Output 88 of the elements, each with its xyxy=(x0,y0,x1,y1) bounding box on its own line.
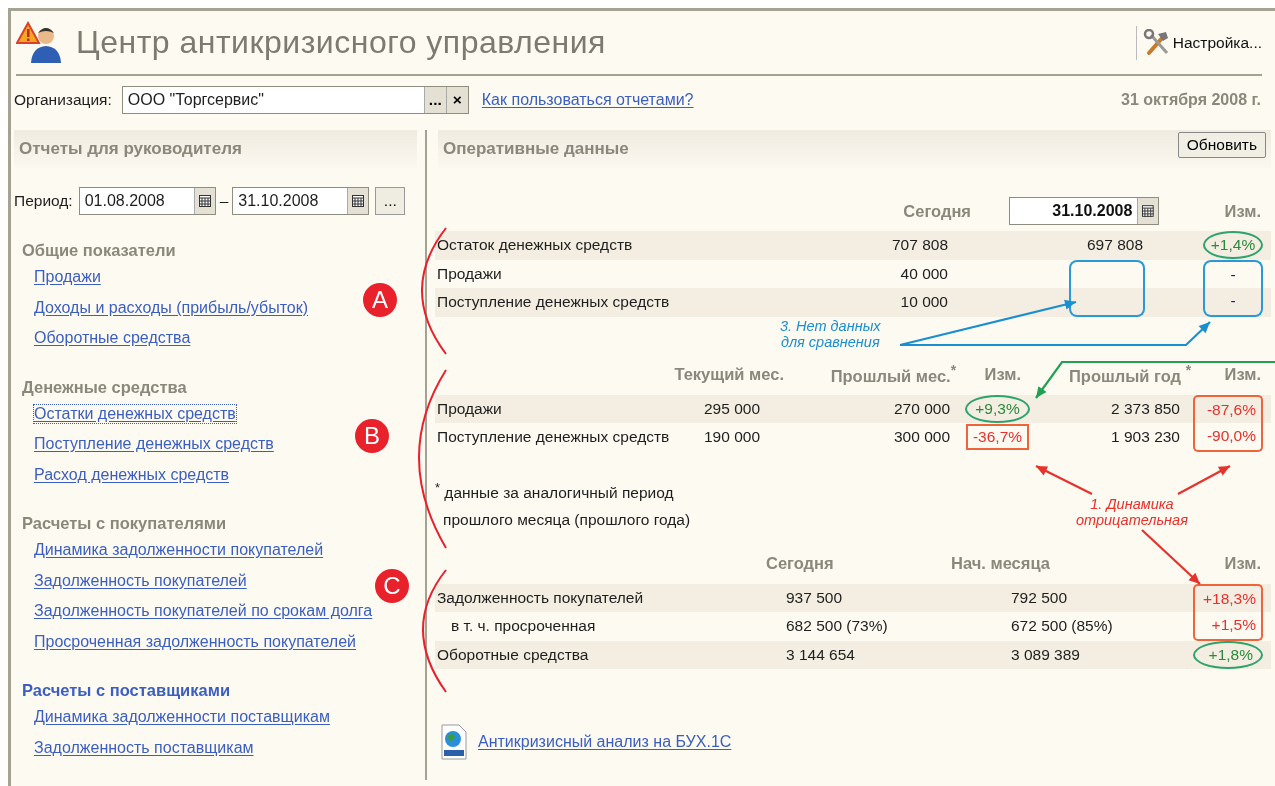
row-label: Задолженность покупателей xyxy=(437,588,644,607)
footnote: $^{*}$ данные за аналогичный период прошлого месяца (прошлого года) xyxy=(435,478,691,530)
column-header: Текущий мес. xyxy=(674,365,784,384)
table-cell: 792 500 xyxy=(1011,588,1068,607)
tools-icon xyxy=(1142,28,1171,57)
report-link[interactable]: Динамика задолженности поставщикам xyxy=(33,707,331,728)
report-link[interactable]: Расход денежных средств xyxy=(33,464,231,485)
date-field[interactable]: 31.10.2008 xyxy=(232,187,370,215)
row-label: Остаток денежных средств xyxy=(437,236,633,255)
report-link[interactable]: Поступление денежных средств xyxy=(33,434,275,455)
report-link[interactable]: Задолженность покупателей по срокам долга xyxy=(33,601,374,622)
column-header: Нач. месяца xyxy=(951,554,1050,574)
report-link[interactable]: Продажи xyxy=(33,267,102,288)
table-cell: 2 373 850 xyxy=(1111,399,1180,418)
report-link[interactable]: Динамика задолженности покупателей xyxy=(33,540,325,561)
change-value: - xyxy=(1203,288,1263,317)
table-cell: 1 903 230 xyxy=(1111,428,1180,447)
column-header: Изм. xyxy=(1224,365,1261,384)
report-link[interactable]: Задолженность покупателей xyxy=(33,570,248,591)
table-cell: 190 000 xyxy=(703,428,760,447)
panel-header: Оперативные данные Обновить xyxy=(438,130,1271,168)
row-label: Продажи xyxy=(437,399,502,418)
refresh-button[interactable]: Обновить xyxy=(1177,132,1266,158)
table-cell: 697 808 xyxy=(1086,236,1143,255)
table-cell: 3 089 389 xyxy=(1011,645,1080,664)
column-header: Сегодня xyxy=(903,201,971,221)
table-cell: 707 808 xyxy=(891,236,948,255)
window-title: Центр антикризисного управления xyxy=(76,24,607,61)
column-header: Изм. xyxy=(984,365,1021,384)
annotation-arrow xyxy=(1177,465,1231,495)
clear-button[interactable]: × xyxy=(445,87,468,113)
change-value: -87,6% xyxy=(1193,394,1263,423)
date-field[interactable]: 31.10.2008 xyxy=(1009,197,1159,225)
table-cell: 672 500 (85%) xyxy=(1011,617,1113,636)
column-header: Изм. xyxy=(1224,201,1261,221)
table-cell: 937 500 xyxy=(786,588,843,607)
row-label: Оборотные средства xyxy=(437,645,589,664)
column-header: Изм. xyxy=(1224,554,1261,574)
period-label: Период: xyxy=(14,192,73,210)
organization-label: Организация: xyxy=(14,91,112,109)
calendar-icon[interactable] xyxy=(193,188,215,214)
period-separator: – xyxy=(219,192,229,210)
change-value: -90,0% xyxy=(1193,423,1263,452)
calendar-icon[interactable] xyxy=(347,188,369,214)
group-title: Денежные средства xyxy=(22,376,188,398)
column-header: Прошлый мес.$^{*}$ xyxy=(830,363,956,386)
row-label: в т. ч. просроченная xyxy=(451,617,596,636)
table-cell: 10 000 xyxy=(900,293,948,312)
report-link[interactable]: Задолженность поставщикам xyxy=(33,737,255,758)
annotation-note: 1. Динамика отрицательная xyxy=(1076,496,1188,528)
table-cell: 40 000 xyxy=(900,264,948,283)
report-link[interactable]: Оборотные средства xyxy=(33,328,192,349)
group-title: Расчеты с поставщиками xyxy=(22,680,232,701)
select-button[interactable]: ... xyxy=(423,87,446,113)
change-value: +18,3% xyxy=(1193,583,1263,613)
row-label: Поступление денежных средств xyxy=(437,293,670,312)
panel-header: Отчеты для руководителя xyxy=(14,130,417,168)
period-button[interactable]: ... xyxy=(375,187,406,215)
web-document-icon xyxy=(440,724,468,761)
help-link[interactable]: Как пользоваться отчетами? xyxy=(481,91,1122,109)
change-value: -36,7% xyxy=(965,424,1030,451)
warning-user-icon xyxy=(16,20,64,65)
table-cell: 300 000 xyxy=(893,428,950,447)
change-value: +1,8% xyxy=(1193,640,1263,669)
annotation-arrow xyxy=(1141,529,1201,585)
annotation-arrow xyxy=(1035,465,1093,495)
report-link[interactable]: Просроченная задолженность покупателей xyxy=(33,631,358,652)
change-value: +9,3% xyxy=(965,394,1030,423)
organization-field[interactable]: ООО "Торгсервис" ... × xyxy=(121,86,469,114)
annotation-note: 3. Нет данных для сравнения xyxy=(780,318,881,350)
table-cell: 295 000 xyxy=(703,399,760,418)
date-field[interactable]: 01.08.2008 xyxy=(78,187,216,215)
group-title: Общие показатели xyxy=(22,240,177,261)
settings-button[interactable]: Настройка... xyxy=(1142,28,1262,57)
web-link[interactable]: Антикризисный анализ на БУХ.1С xyxy=(478,733,732,752)
change-value: +1,4% xyxy=(1203,231,1263,260)
current-date: 31 октября 2008 г. xyxy=(1121,91,1261,109)
row-label: Поступление денежных средств xyxy=(437,428,670,447)
report-link[interactable]: Доходы и расходы (прибыль/убыток) xyxy=(33,297,310,318)
table-cell: 3 144 654 xyxy=(786,645,855,664)
column-header: Прошлый год $^{*}$ xyxy=(1069,363,1191,386)
group-title: Расчеты с покупателями xyxy=(22,513,228,534)
table-cell: 270 000 xyxy=(893,399,950,418)
calendar-icon[interactable] xyxy=(1137,198,1158,224)
column-header: Сегодня xyxy=(766,554,834,574)
table-cell: 682 500 (73%) xyxy=(786,617,888,636)
report-link[interactable]: Остатки денежных средств xyxy=(33,403,237,424)
row-label: Продажи xyxy=(437,264,502,283)
